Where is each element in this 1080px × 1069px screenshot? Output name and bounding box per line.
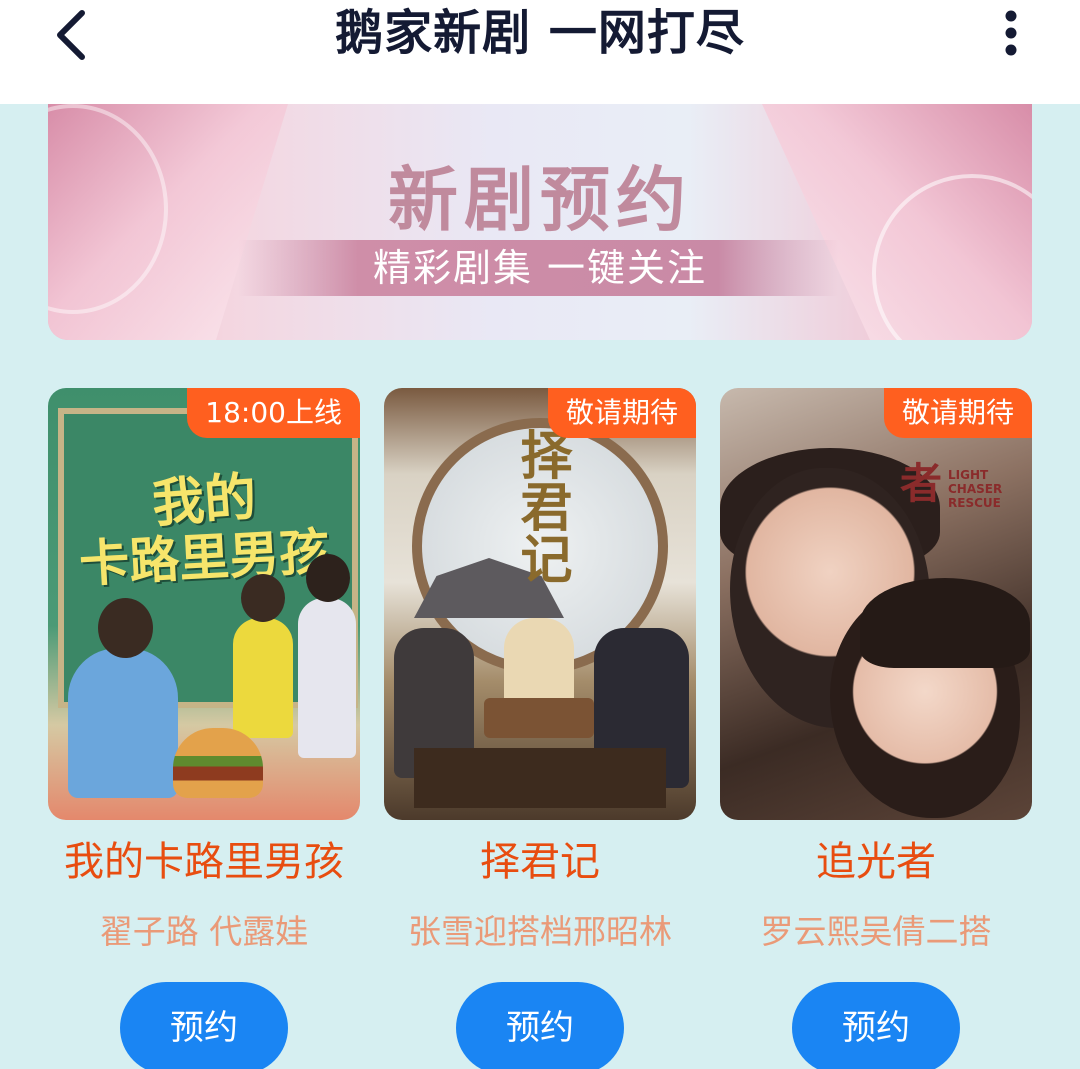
reserve-button[interactable]: 预约 <box>792 982 960 1069</box>
more-button[interactable] <box>986 0 1036 66</box>
show-card: 者 LIGHT CHASER RESCUE 敬请期待 追光者 罗云熙吴倩二搭 预… <box>720 388 1032 1069</box>
go-board-table <box>484 698 594 738</box>
page-title: 鹅家新剧 一网打尽 <box>335 5 745 61</box>
poster-figure <box>504 618 574 708</box>
show-poster[interactable]: 择君记 敬请期待 <box>384 388 696 820</box>
banner-subtitle: 精彩剧集 一键关注 <box>372 246 708 290</box>
show-title[interactable]: 我的卡路里男孩 <box>48 836 360 888</box>
release-tag: 敬请期待 <box>547 388 696 438</box>
show-subtitle: 张雪迎搭档邢昭林 <box>408 912 672 951</box>
show-card: 择君记 敬请期待 择君记 张雪迎搭档邢昭林 预约 <box>384 388 696 1069</box>
banner-title: 新剧预约 <box>388 158 692 241</box>
more-vertical-icon <box>1005 10 1017 56</box>
burger-illustration <box>173 728 263 798</box>
show-subtitle: 翟子路 代露娃 <box>99 912 309 951</box>
release-tag: 18:00上线 <box>187 388 360 438</box>
show-poster[interactable]: 我的 卡路里男孩 18:00上线 <box>48 388 360 820</box>
new-drama-banner[interactable]: 新剧预约 精彩剧集 一键关注 <box>48 104 1032 340</box>
top-bar: 鹅家新剧 一网打尽 <box>0 0 1080 104</box>
poster-figure <box>860 578 1030 668</box>
poster-bench <box>414 748 666 808</box>
poster-figure <box>233 574 293 738</box>
show-title[interactable]: 追光者 <box>720 836 1032 888</box>
poster-figure <box>68 598 178 798</box>
release-tag: 敬请期待 <box>883 388 1032 438</box>
reserve-button[interactable]: 预约 <box>456 982 624 1069</box>
reserve-button[interactable]: 预约 <box>120 982 288 1069</box>
poster-title: 择君记 <box>511 428 572 584</box>
poster-figure <box>298 554 356 758</box>
show-subtitle: 罗云熙吴倩二搭 <box>760 912 992 951</box>
show-title[interactable]: 择君记 <box>384 836 696 888</box>
show-card: 我的 卡路里男孩 18:00上线 我的卡路里男孩 翟子路 代露娃 预约 <box>48 388 360 1069</box>
poster-title-en: LIGHT CHASER RESCUE <box>948 468 1003 510</box>
show-poster[interactable]: 者 LIGHT CHASER RESCUE 敬请期待 <box>720 388 1032 820</box>
poster-title: 者 <box>899 459 942 508</box>
